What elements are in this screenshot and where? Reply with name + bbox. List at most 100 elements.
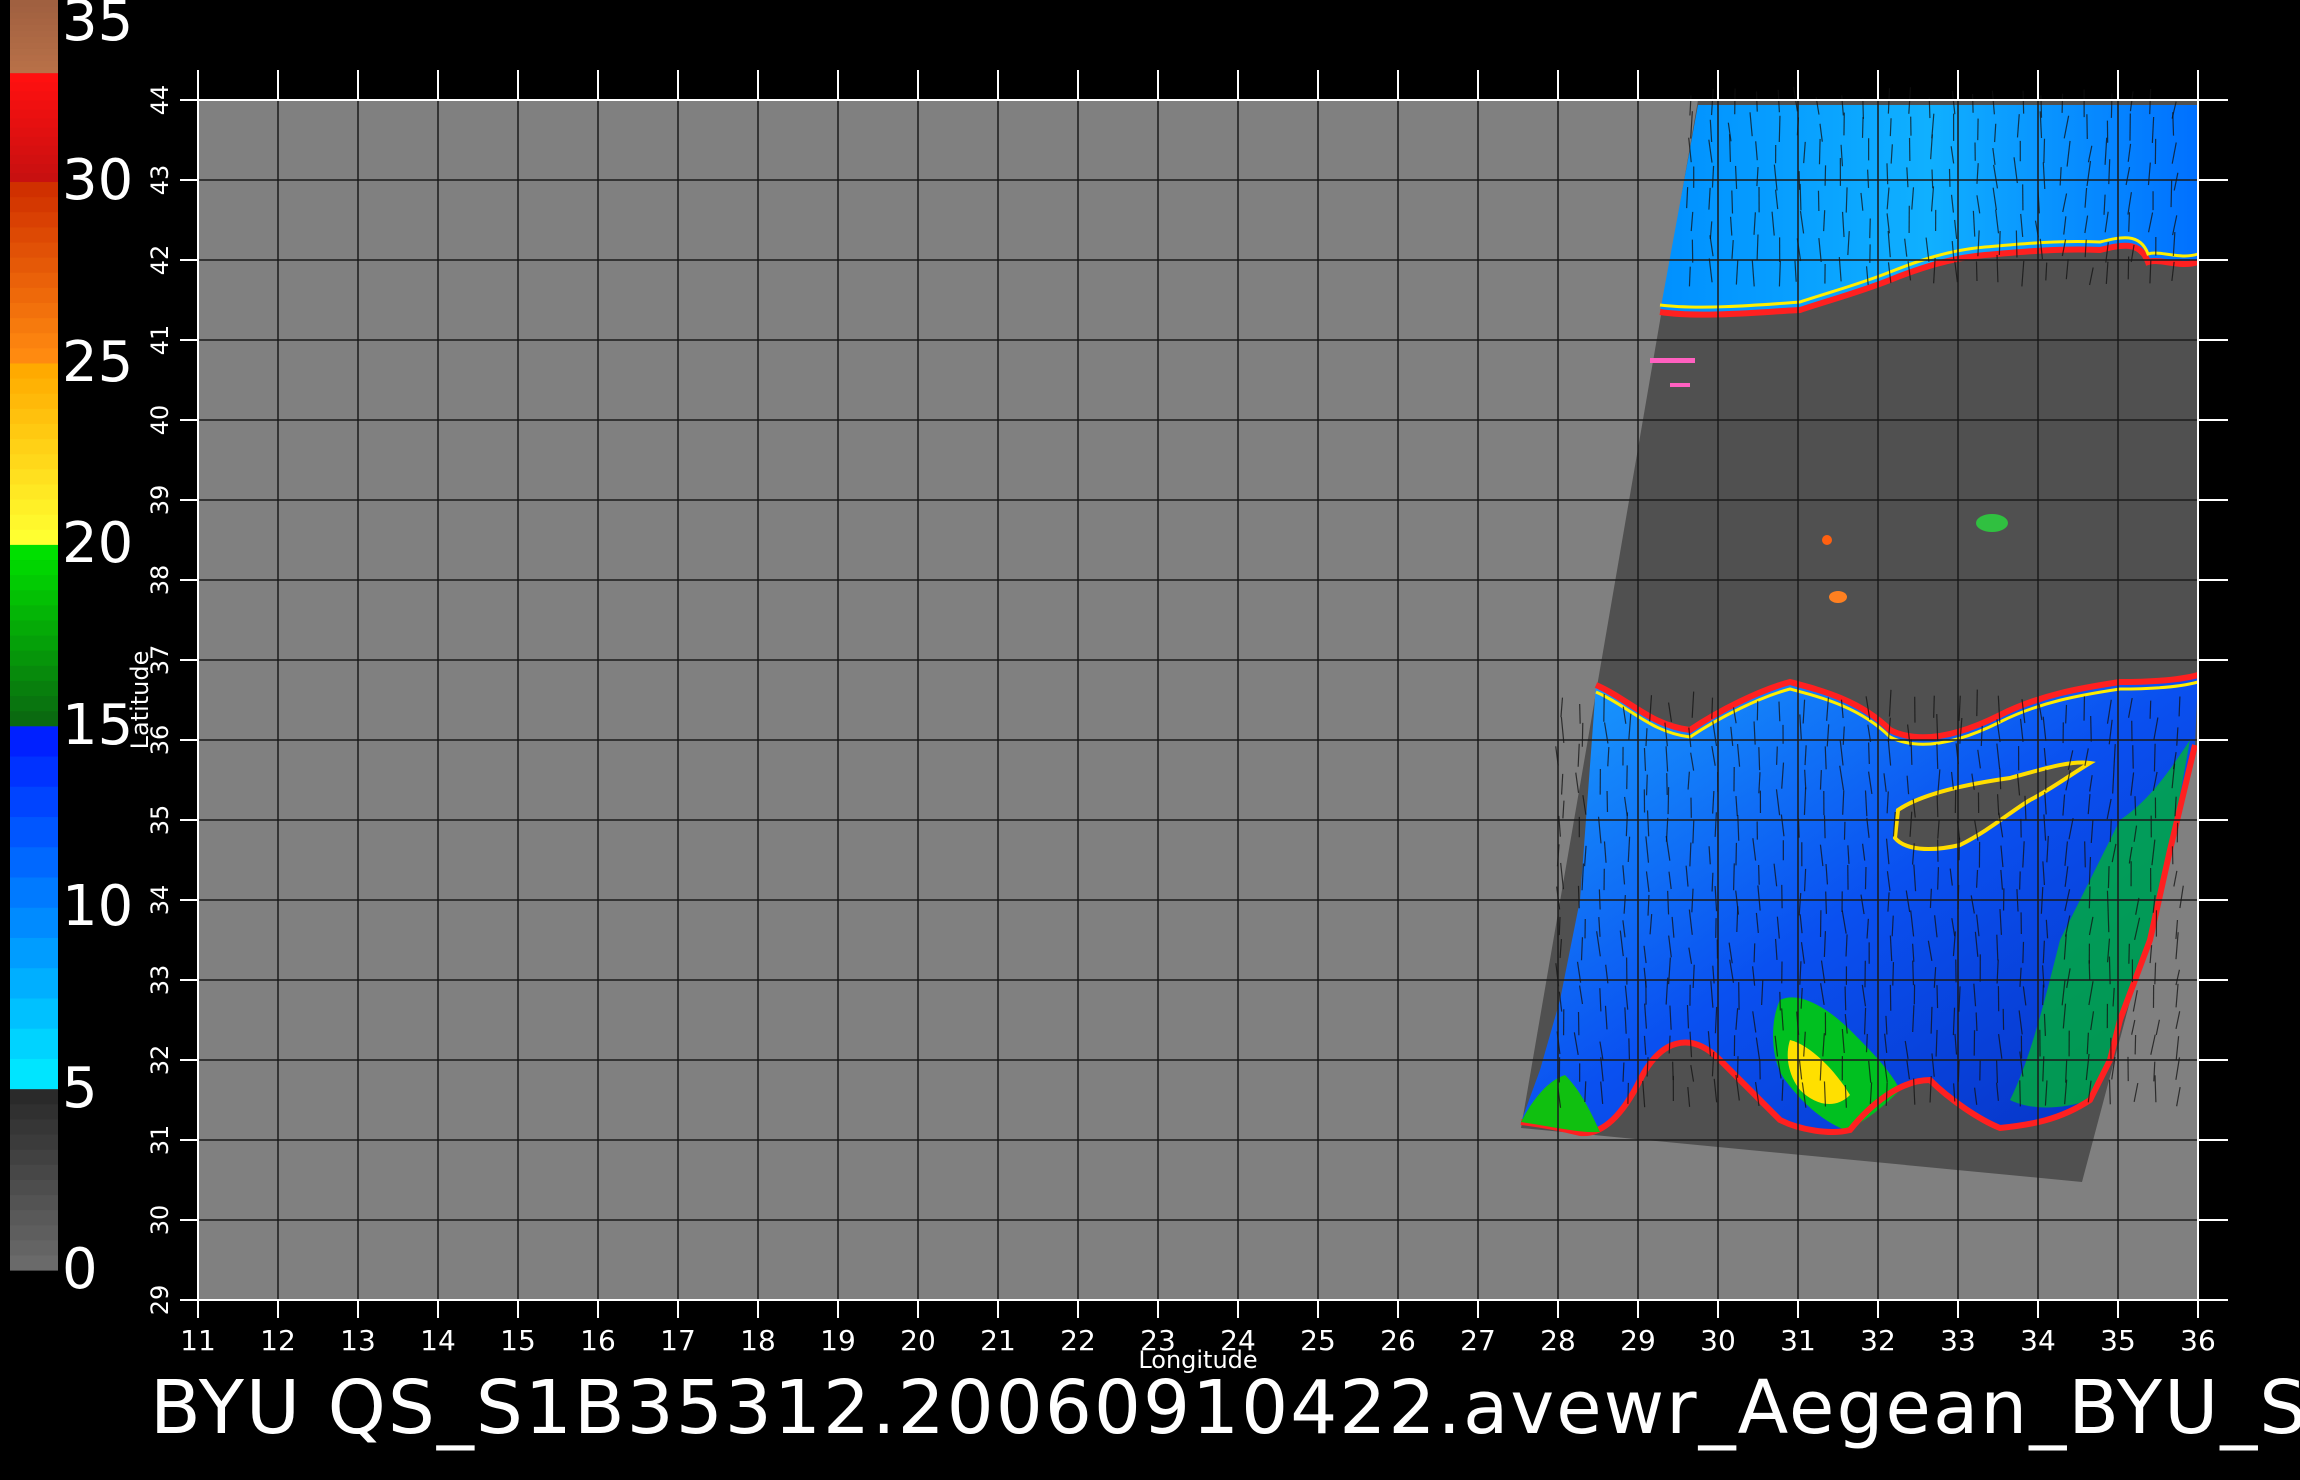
colorbar-segment <box>10 24 58 31</box>
wind-vector <box>1936 795 1939 818</box>
colorbar-segment <box>10 48 58 56</box>
colorbar-segment <box>10 453 58 470</box>
colorbar-label: 25 <box>62 329 134 395</box>
wind-vector <box>2153 743 2156 772</box>
colorbar-segment <box>10 680 58 697</box>
x-tick-label: 31 <box>1780 1324 1816 1357</box>
island-a <box>1976 514 2008 532</box>
colorbar-segment <box>10 846 58 878</box>
wind-vector <box>1753 943 1756 963</box>
x-tick-label: 32 <box>1860 1324 1896 1357</box>
colorbar-segment <box>10 42 58 49</box>
colorbar-segment <box>10 226 58 243</box>
wind-vector <box>1892 962 1895 986</box>
colorbar-segment <box>10 725 58 757</box>
colorbar-segment <box>10 172 58 183</box>
colorbar-segment <box>10 695 58 712</box>
colorbar-segment <box>10 559 58 576</box>
colorbar-segment <box>10 211 58 228</box>
y-tick-label: 43 <box>146 165 174 196</box>
wind-vector <box>2107 909 2110 933</box>
colorbar-segment <box>10 650 58 666</box>
colorbar-segment <box>10 117 58 128</box>
colorbar-segment <box>10 1164 58 1180</box>
wind-vector <box>2108 1079 2111 1105</box>
x-tick-label: 20 <box>900 1324 936 1357</box>
colorbar-segment <box>10 574 58 591</box>
colorbar-segment <box>10 483 58 500</box>
colorbar-segment <box>10 60 58 68</box>
wind-vector <box>1930 1006 1933 1034</box>
wind-vector <box>1975 1012 1978 1032</box>
y-tick-label: 42 <box>146 245 174 276</box>
wind-vector <box>1711 697 1714 719</box>
colorbar-segment <box>10 1118 58 1135</box>
wind-vector <box>2128 212 2131 232</box>
wind-vector <box>1889 118 1892 137</box>
colorbar-segment <box>10 786 58 818</box>
wind-vector <box>1999 768 2002 790</box>
colorbar-segment <box>10 876 58 908</box>
y-tick-label: 38 <box>146 565 174 596</box>
wind-vector <box>1645 774 1648 796</box>
wind-vector <box>1732 863 1735 891</box>
wind-vector <box>1628 1038 1631 1060</box>
colorbar-segment <box>10 937 58 969</box>
colorbar-segment <box>10 163 58 173</box>
wind-vector <box>1912 960 1915 986</box>
colorbar-segment <box>10 408 58 424</box>
colorbar-segment <box>10 196 58 213</box>
wind-vector <box>1869 218 1871 239</box>
x-tick-label: 33 <box>1940 1324 1976 1357</box>
colorbar-segment <box>10 302 58 319</box>
x-tick-label: 28 <box>1540 1324 1576 1357</box>
x-tick-label: 18 <box>740 1324 776 1357</box>
wind-vector <box>2172 112 2175 136</box>
colorbar-segment <box>10 468 58 485</box>
colorbar-segment <box>10 1239 58 1256</box>
colorbar <box>10 0 58 1271</box>
x-tick-label: 14 <box>420 1324 456 1357</box>
wind-vector <box>1865 1033 1868 1053</box>
x-tick-label: 11 <box>180 1324 216 1357</box>
colorbar-segment <box>10 36 58 43</box>
colorbar-segment <box>10 635 58 651</box>
wind-vector <box>1731 190 1734 214</box>
colorbar-segment <box>10 1149 58 1165</box>
wind-vector <box>1937 867 1940 890</box>
colorbar-label: 20 <box>62 511 134 577</box>
colorbar-segment <box>10 287 58 303</box>
wind-vector <box>1948 168 1951 187</box>
wind-vector <box>1758 747 1761 771</box>
colorbar-segment <box>10 81 58 92</box>
island-c <box>1829 591 1847 603</box>
colorbar-segment <box>10 30 58 37</box>
colorbar-segment <box>10 136 58 146</box>
x-tick-label: 27 <box>1460 1324 1496 1357</box>
wind-vector <box>2170 180 2173 208</box>
x-tick-label: 17 <box>660 1324 696 1357</box>
x-tick-label: 13 <box>340 1324 376 1357</box>
wind-vector <box>2084 841 2086 868</box>
wind-vector <box>2134 796 2137 816</box>
colorbar-segment <box>10 12 58 19</box>
wind-vector <box>1867 742 1870 765</box>
x-tick-label: 30 <box>1700 1324 1736 1357</box>
colorbar-segment <box>10 544 58 561</box>
wind-vector <box>2088 886 2091 909</box>
colorbar-label: 0 <box>62 1237 98 1302</box>
x-tick-label: 12 <box>260 1324 296 1357</box>
colorbar-segment <box>10 332 58 349</box>
wind-vector <box>1818 138 1821 165</box>
colorbar-label: 15 <box>62 692 134 758</box>
colorbar-segment <box>10 1194 58 1211</box>
wind-vector <box>1910 739 1913 765</box>
island-b <box>1822 535 1832 545</box>
wind-vector <box>2022 941 2025 964</box>
wind-vector <box>2149 700 2152 719</box>
colorbar-label: 35 <box>62 0 134 54</box>
colorbar-segment <box>10 1058 58 1090</box>
y-tick-label: 40 <box>146 405 174 436</box>
wind-vector <box>1936 985 1939 1009</box>
wind-vector <box>2019 871 2021 890</box>
